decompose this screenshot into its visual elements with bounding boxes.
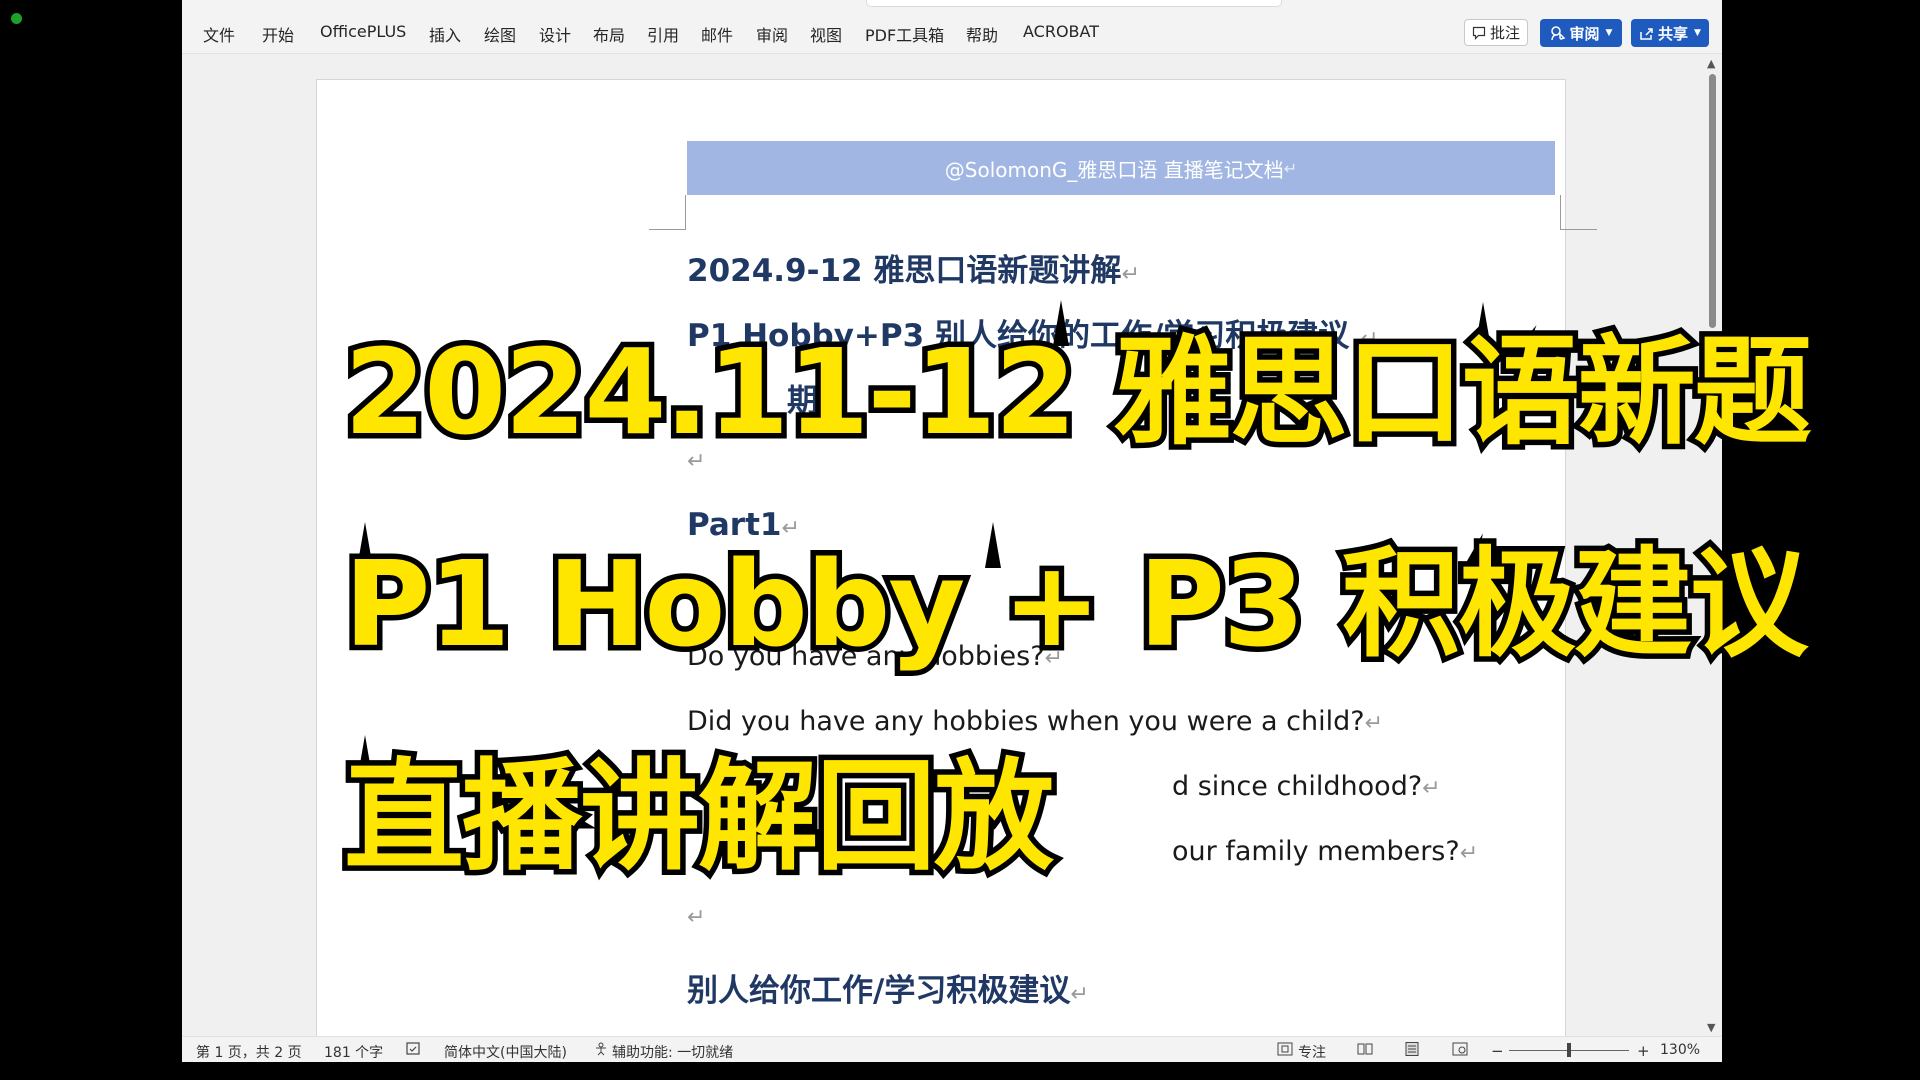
paragraph-mark: ↵	[1459, 841, 1479, 866]
question-text: d since childhood?	[1172, 771, 1423, 802]
share-icon	[1640, 27, 1653, 40]
question-line[interactable]: our family members?↵	[1172, 836, 1478, 867]
ribbon-menu-bar: 文件 开始 OfficePLUS 插入 绘图 设计 布局 引用 邮件 审阅 视图…	[182, 0, 1722, 54]
scroll-up-arrow-icon[interactable]: ▲	[1707, 57, 1715, 70]
focus-mode-icon[interactable]	[1277, 1042, 1293, 1060]
question-line[interactable]: Did you have any hobbies when you were a…	[687, 706, 1383, 737]
doc-title[interactable]: 2024.9-12 雅思口语新题讲解↵	[687, 245, 1140, 290]
paragraph-mark: ↵	[1364, 711, 1384, 736]
menu-pdf-toolbox[interactable]: PDF工具箱	[865, 22, 944, 46]
web-layout-icon[interactable]	[1452, 1042, 1468, 1060]
crop-mark-left	[649, 195, 686, 230]
overlay-caption-line3: 直播讲解回放	[339, 748, 1060, 887]
chevron-down-icon: ▼	[1694, 28, 1701, 38]
share-button-label: 共享	[1658, 24, 1689, 43]
menu-references[interactable]: 引用	[647, 22, 679, 46]
word-count-status[interactable]: 181 个字	[324, 1042, 383, 1062]
menu-review[interactable]: 审阅	[756, 22, 788, 46]
section-heading-text: 别人给你工作/学习积极建议	[687, 973, 1071, 1009]
zoom-slider-thumb[interactable]	[1567, 1043, 1571, 1057]
scrollbar-thumb[interactable]	[1709, 74, 1716, 328]
paragraph-mark: ↵	[1121, 262, 1140, 287]
scroll-down-arrow-icon[interactable]: ▼	[1707, 1021, 1715, 1034]
header-text: @SolomonG_雅思口语 直播笔记文档	[944, 157, 1284, 182]
crop-mark-right	[1560, 195, 1597, 230]
question-text: our family members?	[1172, 836, 1460, 867]
focus-mode-label[interactable]: 专注	[1298, 1042, 1326, 1062]
comment-icon	[1472, 26, 1486, 40]
status-bar: 第 1 页，共 2 页 181 个字 简体中文(中国大陆) 辅助功能: 一切就绪…	[182, 1036, 1722, 1062]
print-layout-icon[interactable]	[1405, 1042, 1419, 1060]
title-search-strip[interactable]	[866, 0, 1282, 7]
accessibility-icon[interactable]	[594, 1042, 608, 1060]
word-window: 文件 开始 OfficePLUS 插入 绘图 设计 布局 引用 邮件 审阅 视图…	[182, 0, 1722, 1062]
menu-acrobat[interactable]: ACROBAT	[1023, 22, 1099, 41]
menu-view[interactable]: 视图	[810, 22, 842, 46]
menu-layout[interactable]: 布局	[593, 22, 625, 46]
question-text: Did you have any hobbies when you were a…	[687, 706, 1365, 737]
chevron-down-icon: ▼	[1605, 28, 1613, 38]
paragraph-mark: ↵	[1422, 776, 1441, 801]
review-icon	[1550, 26, 1565, 41]
question-line[interactable]: d since childhood?↵	[1172, 771, 1441, 802]
proofing-icon[interactable]	[406, 1042, 422, 1060]
zoom-out-button[interactable]: −	[1491, 1042, 1504, 1060]
page-count-status[interactable]: 第 1 页，共 2 页	[196, 1042, 302, 1062]
share-button[interactable]: 共享 ▼	[1631, 19, 1709, 47]
menu-insert[interactable]: 插入	[429, 22, 461, 46]
recording-indicator	[11, 13, 22, 24]
overlay-caption-line2: P1 Hobby + P3 积极建议	[338, 535, 1813, 673]
page-header-band[interactable]: @SolomonG_雅思口语 直播笔记文档 ↵	[687, 141, 1555, 195]
menu-file[interactable]: 文件	[203, 22, 235, 46]
zoom-in-button[interactable]: +	[1637, 1042, 1650, 1060]
review-mode-label: 审阅	[1569, 24, 1600, 43]
section-heading[interactable]: 别人给你工作/学习积极建议↵	[687, 965, 1089, 1010]
read-mode-icon[interactable]	[1357, 1042, 1373, 1060]
zoom-level[interactable]: 130%	[1660, 1042, 1700, 1058]
paragraph-mark: ↵	[1283, 158, 1298, 178]
doc-title-text: 2024.9-12 雅思口语新题讲解	[687, 253, 1122, 289]
language-status[interactable]: 简体中文(中国大陆)	[444, 1042, 567, 1062]
menu-mailings[interactable]: 邮件	[701, 22, 733, 46]
accessibility-status[interactable]: 辅助功能: 一切就绪	[612, 1042, 733, 1062]
paragraph-mark: ↵	[687, 905, 706, 930]
menu-draw[interactable]: 绘图	[484, 22, 516, 46]
paragraph-mark: ↵	[1070, 982, 1089, 1007]
menu-help[interactable]: 帮助	[966, 22, 998, 46]
comment-button[interactable]: 批注	[1464, 19, 1528, 46]
menu-home[interactable]: 开始	[262, 22, 294, 46]
menu-officeplus[interactable]: OfficePLUS	[320, 22, 406, 41]
menu-design[interactable]: 设计	[539, 22, 571, 46]
empty-paragraph[interactable]: ↵	[687, 905, 705, 930]
overlay-caption-line1: 2024.11-12 雅思口语新题	[339, 323, 1818, 461]
review-mode-button[interactable]: 审阅 ▼	[1540, 19, 1622, 47]
comment-button-label: 批注	[1489, 24, 1520, 42]
